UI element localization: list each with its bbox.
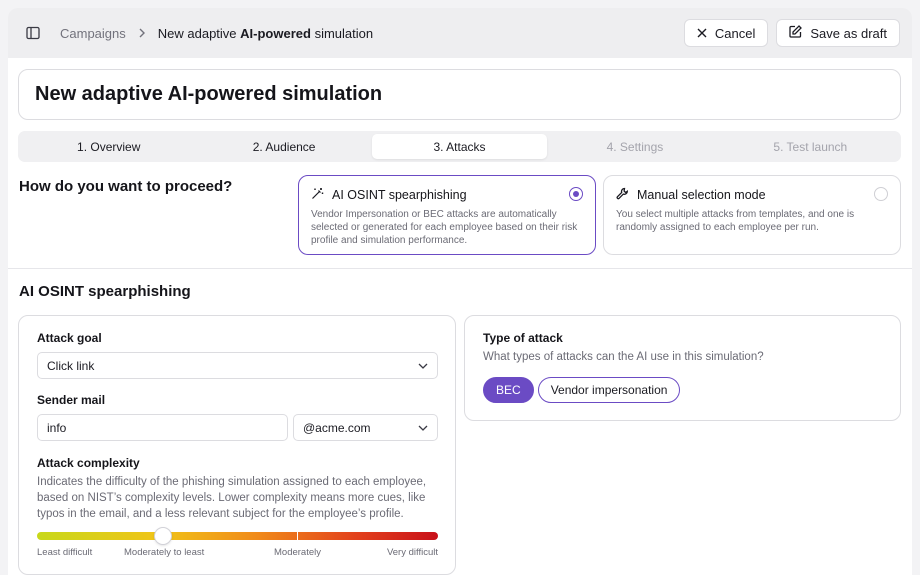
section-title: AI OSINT spearphishing [19, 283, 191, 300]
main-panel: New adaptive AI-powered simulation 1. Ov… [8, 58, 912, 575]
attack-goal-label: Attack goal [37, 331, 102, 345]
option-ai-osint[interactable]: AI OSINT spearphishing Vendor Impersonat… [298, 175, 596, 255]
section-divider [8, 268, 912, 269]
tab-settings: 4. Settings [547, 134, 722, 159]
cancel-label: Cancel [714, 25, 756, 41]
radio-unselected[interactable] [874, 187, 888, 201]
tab-test-launch: 5. Test launch [723, 134, 898, 159]
option-manual-selection[interactable]: Manual selection mode You select multipl… [603, 175, 901, 255]
sender-domain-select[interactable]: @acme.com [293, 414, 438, 441]
option-description: You select multiple attacks from templat… [616, 209, 855, 233]
attack-type-card: Type of attack What types of attacks can… [464, 315, 901, 421]
tab-overview[interactable]: 1. Overview [21, 134, 196, 159]
chip-bec[interactable]: BEC [483, 377, 534, 403]
option-title: AI OSINT spearphishing [332, 188, 467, 202]
complexity-description: Indicates the difficulty of the phishing… [37, 476, 427, 520]
breadcrumb-current-bold: AI-powered [240, 25, 311, 41]
attack-type-subtitle: What types of attacks can the AI use in … [483, 351, 764, 363]
slider-thumb[interactable] [155, 528, 172, 544]
attack-goal-value: Click link [47, 358, 95, 373]
chevron-right-icon [138, 28, 146, 38]
complexity-slider[interactable] [37, 528, 438, 544]
tab-audience[interactable]: 2. Audience [196, 134, 371, 159]
radio-selected[interactable] [569, 187, 583, 201]
tab-label: 3. Attacks [433, 139, 486, 154]
breadcrumb-current-prefix: New adaptive [157, 25, 241, 41]
attack-type-chips: BEC Vendor impersonation [483, 377, 681, 403]
tab-label: 2. Audience [252, 139, 316, 154]
save-draft-button[interactable]: Save as draft [776, 19, 900, 47]
tab-label: 5. Test launch [773, 139, 848, 154]
slider-label-least: Least difficult [37, 547, 93, 558]
step-tabs: 1. Overview 2. Audience 3. Attacks 4. Se… [18, 131, 901, 162]
slider-label-very: Very difficult [386, 547, 438, 558]
edit-icon [789, 25, 803, 41]
sidebar-toggle-icon[interactable] [22, 22, 44, 44]
top-bar: Campaigns New adaptive AI-powered simula… [8, 8, 912, 58]
breadcrumb-current-suffix: simulation [310, 25, 374, 41]
save-draft-label: Save as draft [810, 25, 887, 41]
cancel-button[interactable]: Cancel [683, 19, 769, 47]
chip-vendor-impersonation[interactable]: Vendor impersonation [537, 377, 681, 403]
breadcrumb-campaigns[interactable]: Campaigns [60, 26, 126, 41]
chevron-down-icon [418, 363, 428, 369]
slider-tick [297, 532, 298, 540]
wrench-icon [616, 187, 629, 203]
tab-label: 4. Settings [606, 139, 664, 154]
attack-config-card: Attack goal Click link Sender mail info … [18, 315, 456, 575]
sender-mail-input[interactable]: info [37, 414, 288, 441]
tab-attacks[interactable]: 3. Attacks [371, 134, 548, 159]
slider-label-moderately: Moderately [274, 547, 321, 558]
magic-wand-icon [311, 187, 324, 203]
close-icon [697, 26, 707, 41]
tab-label: 1. Overview [77, 139, 141, 154]
option-title: Manual selection mode [637, 188, 766, 202]
proceed-question: How do you want to proceed? [19, 178, 233, 195]
sender-mail-local: info [47, 420, 67, 435]
slider-label-moderately-least: Moderately to least [124, 547, 205, 558]
option-description: Vendor Impersonation or BEC attacks are … [311, 209, 578, 246]
simulation-title-input[interactable]: New adaptive AI-powered simulation [18, 69, 901, 120]
sender-mail-label: Sender mail [37, 393, 106, 407]
chevron-down-icon [418, 425, 428, 431]
attack-type-title: Type of attack [483, 331, 563, 345]
sender-domain-value: @acme.com [303, 420, 371, 435]
attack-goal-select[interactable]: Click link [37, 352, 438, 379]
complexity-label: Attack complexity [37, 456, 140, 470]
breadcrumb-current: New adaptive AI-powered simulation [158, 26, 373, 41]
